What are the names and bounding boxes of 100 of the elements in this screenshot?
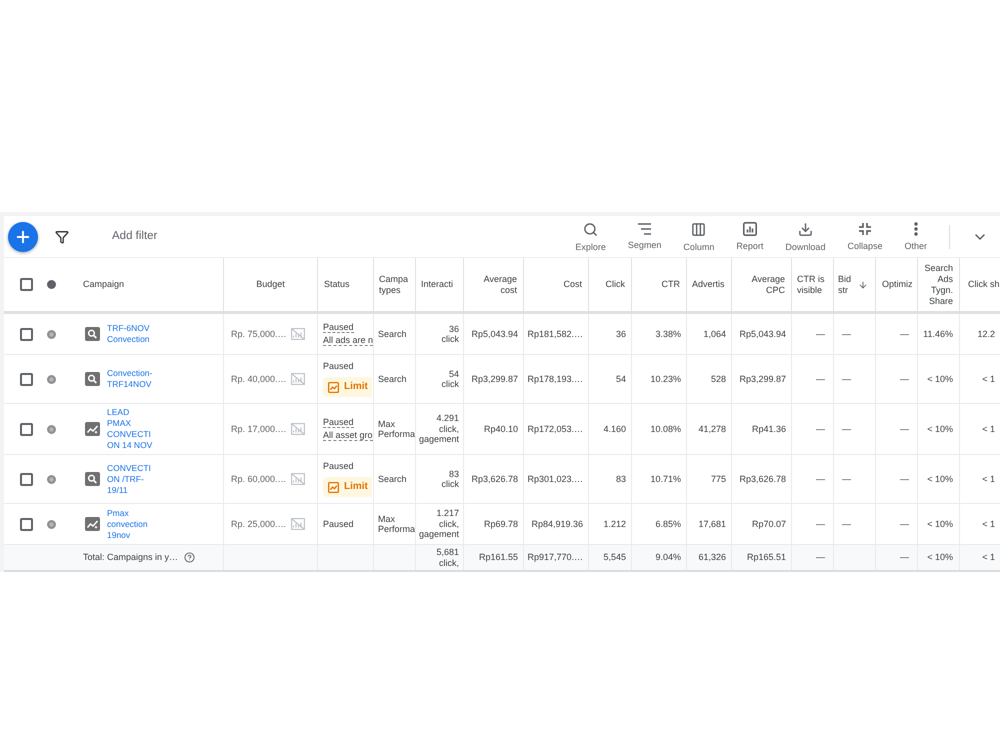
metric-value: Rp3,626.78 [739, 474, 786, 484]
metric-value: — [842, 424, 851, 434]
metric-value: Rp165.51 [746, 552, 786, 563]
budget-amount: Rp. 60,000.… [231, 474, 287, 484]
columns-icon [691, 222, 706, 237]
metric-value: 41,278 [698, 424, 726, 434]
crossed-out-chart-icon [290, 328, 305, 340]
explore-button[interactable]: Explore [567, 218, 614, 254]
column-header[interactable]: CTR is visible [792, 258, 834, 311]
metric-value: — [816, 328, 825, 340]
column-header[interactable]: Advertis [687, 258, 732, 311]
column-header[interactable]: Bid str [834, 258, 876, 311]
column-header[interactable]: Optimiz [876, 258, 918, 311]
campaign-link[interactable]: CONVECTION /TRF-19/11 [107, 462, 153, 496]
collapse-button[interactable]: Collapse [839, 219, 890, 254]
metric-value: — [900, 552, 909, 563]
metric-value: 17,681 [698, 518, 726, 530]
checkbox[interactable] [20, 372, 33, 386]
crossed-out-chart-icon [290, 473, 305, 485]
checkbox[interactable] [20, 328, 33, 340]
column-header[interactable]: Cost [524, 258, 589, 311]
checkbox[interactable] [20, 422, 33, 436]
campaign-link[interactable]: TRF-6NOV Convection [107, 323, 153, 345]
filter-icon[interactable] [55, 230, 69, 244]
search-icon [85, 372, 100, 386]
column-header[interactable]: Average cost [464, 258, 524, 311]
status-text: Paused [323, 322, 354, 333]
filter-field[interactable]: Add filter [112, 228, 312, 246]
metric-value: Rp161.55 [478, 552, 518, 563]
crossed-out-chart-icon [290, 518, 305, 530]
metric-value: < 10% [927, 552, 953, 563]
crossed-out-chart-icon [290, 373, 305, 385]
checkbox[interactable] [20, 472, 33, 486]
column-header[interactable]: Average CPC [732, 258, 792, 311]
segment-button[interactable]: Segmen [620, 220, 670, 253]
status-dot-icon [47, 474, 56, 484]
interactions-value: 4.291 click, gagement [419, 413, 459, 445]
column-header[interactable]: Status [318, 258, 374, 311]
metric-value: 10.71% [650, 474, 681, 484]
column-header[interactable]: Budget [224, 258, 318, 311]
metric-value: — [900, 518, 909, 530]
metric-value: 775 [710, 474, 726, 484]
metric-value: 1,064 [703, 328, 726, 340]
metric-value: Rp5,043.94 [739, 328, 786, 340]
column-header[interactable]: Campa types [374, 258, 416, 311]
metric-value: Rp40.10 [484, 424, 518, 434]
metric-value: Rp3,626.78 [471, 474, 518, 484]
budget-amount: Rp. 75,000.… [231, 328, 287, 340]
metric-value: < 1 [982, 474, 995, 484]
metric-value: — [900, 328, 909, 340]
metric-value: 10.23% [650, 374, 681, 384]
checkbox[interactable] [20, 278, 33, 291]
metric-value: 1.212 [603, 518, 626, 530]
metric-value: 54 [616, 374, 626, 384]
metric-value: 12.2 [977, 328, 995, 340]
metric-value: — [842, 474, 851, 484]
campaign-link[interactable]: LEAD PMAX CONVECTION 14 NOV [107, 407, 153, 451]
metric-value: Rp3,299.87 [471, 374, 518, 384]
status-dot-icon [47, 280, 56, 289]
column-header[interactable]: Interacti [416, 258, 464, 311]
metric-value: < 1 [982, 552, 995, 563]
metric-value: 5,545 [603, 552, 626, 563]
help-icon[interactable] [184, 552, 196, 563]
metric-value: 6.85% [655, 518, 681, 530]
status-dot-icon [47, 520, 56, 528]
campaign-type: Max Performa [378, 514, 415, 534]
add-button[interactable] [8, 222, 38, 252]
metric-value: Rp178,193.… [527, 374, 583, 384]
metric-value: < 1 [982, 518, 995, 530]
trend-chart-icon [328, 382, 339, 392]
column-header[interactable]: Click [589, 258, 632, 311]
metric-value: — [816, 474, 825, 484]
column-header[interactable]: Search Ads Tygn. Share [918, 258, 960, 311]
report-button[interactable]: Report [728, 219, 772, 254]
column-header[interactable]: Campaign [70, 258, 224, 311]
campaign-type: Search [378, 328, 407, 340]
status-dot-icon [47, 374, 56, 384]
download-button[interactable]: Download [777, 218, 834, 254]
campaign-link[interactable]: Pmax convection 19nov [107, 508, 153, 540]
metric-value: Rp3,299.87 [739, 374, 786, 384]
status-text: Paused [323, 417, 354, 428]
status-text: Paused [323, 519, 354, 529]
metric-value: < 10% [927, 474, 953, 484]
total-label: Total: Campaigns in y… [83, 552, 178, 563]
metric-value: < 1 [982, 374, 995, 384]
status-dot-icon [47, 330, 56, 338]
columns-button[interactable]: Column [675, 218, 722, 254]
campaign-link[interactable]: Convection-TRF14NOV [107, 368, 153, 390]
campaign-type: Max Performa [378, 418, 415, 440]
interactions-value: 36 click [440, 324, 459, 344]
metric-value: — [816, 518, 825, 530]
metric-value: Rp41.36 [752, 424, 786, 434]
metric-value: Rp69.78 [484, 518, 518, 530]
metric-value: 528 [710, 374, 726, 384]
more-button[interactable]: Other [896, 219, 935, 254]
column-header[interactable]: CTR [632, 258, 687, 311]
crossed-out-chart-icon [290, 423, 305, 435]
checkbox[interactable] [20, 518, 33, 530]
column-header[interactable]: Click sh [960, 258, 1000, 311]
budget-amount: Rp. 40,000.… [231, 374, 287, 384]
